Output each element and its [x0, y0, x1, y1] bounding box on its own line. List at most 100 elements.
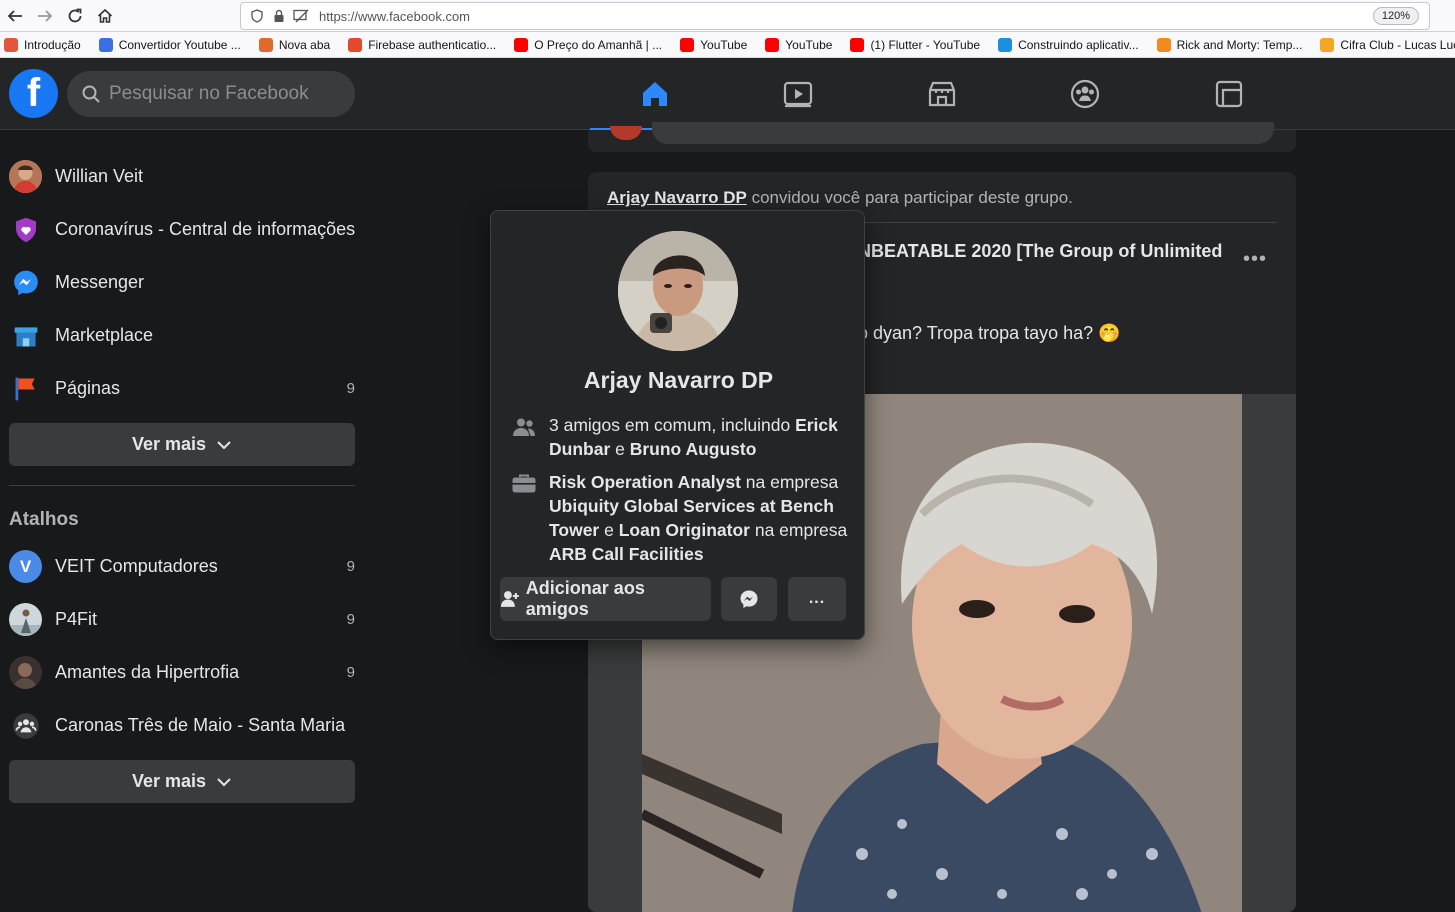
- search-icon: [82, 85, 100, 103]
- bookmark-label: Rick and Morty: Temp...: [1176, 37, 1303, 52]
- shortcut-label: P4Fit: [55, 609, 98, 629]
- divider: [9, 485, 355, 486]
- bookmark-item[interactable]: (1) Flutter - YouTube: [846, 37, 981, 52]
- profile-name[interactable]: Arjay Navarro DP: [491, 367, 866, 394]
- mutual-friend-link[interactable]: Bruno Augusto: [630, 439, 757, 459]
- url-bar[interactable]: https://www.facebook.com 120%: [240, 2, 1430, 30]
- sidebar-item-label: Marketplace: [55, 325, 154, 345]
- bookmark-item[interactable]: YouTube: [761, 37, 832, 52]
- bookmark-label: O Preço do Amanhã | ...: [534, 37, 663, 52]
- hover-card-actions: Adicionar aos amigos ...: [500, 577, 847, 621]
- avatar: [9, 160, 42, 193]
- bookmark-label: (1) Flutter - YouTube: [870, 37, 981, 52]
- shortcut-caronas[interactable]: Caronas Três de Maio - Santa Maria: [0, 699, 365, 752]
- shortcut-p4fit[interactable]: P4Fit 9: [0, 593, 365, 646]
- conjunction: e: [599, 520, 619, 540]
- tab-watch[interactable]: [733, 58, 862, 130]
- lock-icon[interactable]: [271, 8, 287, 24]
- permissions-icon[interactable]: [293, 8, 309, 24]
- inviter-link[interactable]: Arjay Navarro DP: [607, 188, 747, 207]
- see-more-shortcuts-button[interactable]: Ver mais: [9, 760, 355, 803]
- bookmark-favicon-icon: [850, 37, 865, 52]
- search-box[interactable]: [67, 71, 355, 117]
- job-title: Risk Operation Analyst: [549, 472, 741, 492]
- work-connector: na empresa: [740, 472, 839, 492]
- facebook-header: f: [0, 58, 1455, 131]
- notification-count: 9: [346, 558, 355, 575]
- sidebar-item-pages[interactable]: Páginas 9: [0, 362, 365, 415]
- zoom-level[interactable]: 120%: [1372, 7, 1419, 25]
- bookmark-item[interactable]: Cifra Club - Lucas Luc...: [1316, 37, 1455, 52]
- shortcut-label: Caronas Três de Maio - Santa Maria: [55, 715, 346, 735]
- add-friend-icon: [500, 591, 519, 607]
- search-input[interactable]: [109, 83, 329, 105]
- shortcut-label: VEIT Computadores: [55, 556, 218, 576]
- message-button[interactable]: [721, 577, 777, 621]
- forward-icon[interactable]: [30, 1, 60, 31]
- bookmark-item[interactable]: Construindo aplicativ...: [994, 37, 1139, 52]
- invite-text: convidou você para participar deste grup…: [746, 188, 1073, 207]
- sidebar-item-label: Coronavírus - Central de informações: [55, 219, 356, 239]
- mutual-friends-text: 3 amigos em comum, incluindo Erick Dunba…: [549, 413, 856, 461]
- home-browser-icon[interactable]: [90, 1, 120, 31]
- work-text: Risk Operation Analyst na empresa Ubiqui…: [549, 470, 856, 566]
- more-options-icon[interactable]: •••: [1243, 248, 1267, 271]
- notification-count: 9: [346, 664, 355, 681]
- bookmark-favicon-icon: [680, 37, 695, 52]
- tab-marketplace[interactable]: [877, 58, 1006, 130]
- avatar: [610, 126, 642, 140]
- bookmark-item[interactable]: Rick and Morty: Temp...: [1153, 37, 1303, 52]
- bookmark-label: Firebase authenticatio...: [368, 37, 497, 52]
- browser-toolbar: https://www.facebook.com 120%: [0, 0, 1455, 32]
- bookmark-item[interactable]: O Preço do Amanhã | ...: [510, 37, 663, 52]
- sidebar-item-marketplace[interactable]: Marketplace: [0, 309, 365, 362]
- tab-gaming[interactable]: [1164, 58, 1293, 130]
- bookmark-label: Introdução: [24, 37, 81, 52]
- profile-avatar[interactable]: [618, 231, 738, 351]
- bookmark-favicon-icon: [514, 37, 529, 52]
- shortcut-label: Amantes da Hipertrofia: [55, 662, 240, 682]
- bookmark-item[interactable]: YouTube: [676, 37, 747, 52]
- sidebar-item-messenger[interactable]: Messenger: [0, 256, 365, 309]
- url-text: https://www.facebook.com: [319, 8, 471, 24]
- bookmark-item[interactable]: Convertidor Youtube ...: [95, 37, 241, 52]
- bookmark-item[interactable]: Firebase authenticatio...: [344, 37, 497, 52]
- gaming-icon: [1215, 80, 1242, 108]
- tab-home[interactable]: [590, 58, 719, 131]
- shortcuts-title: Atalhos: [9, 509, 79, 530]
- chevron-down-icon: [217, 777, 231, 786]
- bookmark-favicon-icon: [258, 37, 273, 52]
- add-friend-label: Adicionar aos amigos: [525, 578, 645, 619]
- add-friend-button[interactable]: Adicionar aos amigos: [500, 577, 711, 621]
- more-options-button[interactable]: ...: [788, 577, 846, 621]
- work-connector: na empresa: [749, 520, 848, 540]
- shield-icon[interactable]: [249, 8, 265, 24]
- tab-groups[interactable]: [1020, 58, 1149, 130]
- marketplace-icon: [9, 319, 42, 352]
- chevron-down-icon: [217, 440, 231, 449]
- bookmark-item[interactable]: Introdução: [0, 37, 81, 52]
- home-icon: [642, 82, 667, 106]
- sidebar-item-profile[interactable]: Willian Veit: [0, 150, 365, 203]
- bookmark-favicon-icon: [998, 37, 1013, 52]
- reload-icon[interactable]: [60, 1, 90, 31]
- bookmark-item[interactable]: Nova aba: [255, 37, 330, 52]
- shortcut-amantes-hipertrofia[interactable]: Amantes da Hipertrofia 9: [0, 646, 365, 699]
- company-link[interactable]: ARB Call Facilities: [549, 544, 704, 564]
- facebook-logo[interactable]: f: [9, 69, 58, 118]
- group-avatar: [9, 603, 42, 636]
- sidebar-item-coronavirus[interactable]: Coronavírus - Central de informações: [0, 203, 365, 256]
- see-more-button[interactable]: Ver mais: [9, 423, 355, 466]
- mutual-prefix: 3 amigos em comum, incluindo: [549, 415, 796, 435]
- comment-composer[interactable]: [652, 122, 1274, 144]
- bookmarks-bar: Introdução Convertidor Youtube ... Nova ab…: [0, 32, 1455, 58]
- shortcut-veit-computadores[interactable]: V VEIT Computadores 9: [0, 540, 365, 593]
- group-avatar: [9, 656, 42, 689]
- watch-icon: [783, 81, 812, 108]
- group-title[interactable]: NBEATABLE 2020 [The Group of Unlimited: [858, 241, 1222, 262]
- back-icon[interactable]: [0, 1, 30, 31]
- bookmark-favicon-icon: [1320, 37, 1335, 52]
- invite-line: Arjay Navarro DP convidou você para part…: [607, 188, 1073, 208]
- sidebar-item-label: Messenger: [55, 272, 145, 292]
- bookmark-label: Cifra Club - Lucas Luc...: [1340, 37, 1455, 52]
